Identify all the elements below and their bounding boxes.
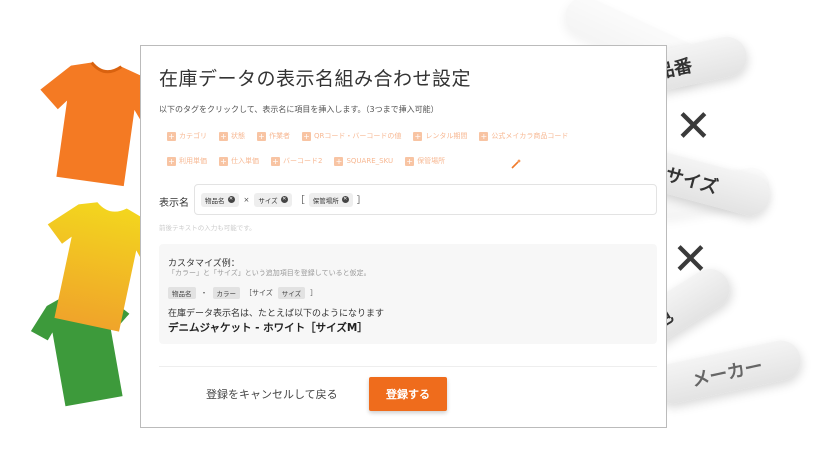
example-box: カスタマイズ例： 「カラー」と「サイズ」という追加項目を登録していると仮定。 物… (159, 244, 657, 344)
tag-button[interactable]: + バーコード2 (271, 156, 322, 166)
tag-button[interactable]: + カテゴリ (167, 131, 207, 141)
hint-text: 前後テキストの入力も可能です。 (159, 224, 256, 232)
plus-icon: + (257, 131, 266, 141)
remove-icon[interactable]: ✕ (341, 196, 349, 203)
bracket-close: ］ (356, 196, 366, 206)
example-close: ］ (310, 289, 318, 297)
bracket-open: ［ (295, 196, 305, 206)
decor-cross-icon-1: ✕ (675, 101, 712, 152)
plus-icon: + (334, 156, 344, 166)
tag-button[interactable]: + 作業者 (257, 131, 290, 141)
instruction-text: 以下のタグをクリックして、表示名に項目を挿入します。（3つまで挿入可能） (159, 105, 439, 114)
plus-icon: + (219, 156, 228, 166)
chip-separator: × (243, 195, 250, 204)
example-chips: 物品名 ・ カラー ［サイズ サイズ ］ (168, 287, 322, 299)
page-title: 在庫データの表示名組み合わせ設定 (159, 68, 472, 90)
example-description: 「カラー」と「サイズ」という追加項目を登録していると仮定。 (168, 269, 371, 277)
tag-button[interactable]: + 公式メイカラ商品コード (479, 131, 568, 141)
submit-button[interactable]: 登録する (369, 377, 447, 411)
display-name-label: 表示名 (159, 198, 189, 209)
example-result: デニムジャケット - ホワイト［サイズM］ (168, 322, 368, 334)
example-line: 在庫データ表示名は、たとえば以下のようになります (168, 309, 385, 319)
magic-wand-icon[interactable] (510, 158, 522, 170)
tag-button[interactable]: + QRコード・バーコードの値 (302, 131, 401, 141)
plus-icon: + (413, 131, 423, 141)
display-name-input[interactable]: 物品名 ✕ × サイズ ✕ ［ 保管場所 ✕ ］ (194, 184, 657, 215)
tag-button[interactable]: + レンタル期間 (413, 131, 467, 141)
plus-icon: + (167, 156, 176, 166)
tag-button[interactable]: + 状態 (219, 131, 245, 141)
example-chip: 物品名 (168, 287, 196, 299)
example-dot: ・ (200, 289, 208, 297)
example-chip: カラー (212, 287, 240, 299)
tag-row-1: + カテゴリ + 状態 + 作業者 + QRコード・バーコードの値 + レンタル期間 + 公… (167, 131, 580, 141)
decor-pill-maker: メーカー (649, 336, 805, 408)
tag-row-2: + 利用単価 + 仕入単価 + バーコード2 + SQUARE_SKU + 保管場所 (167, 156, 457, 166)
plus-icon: + (271, 156, 280, 166)
divider (159, 366, 657, 367)
plus-icon: + (479, 131, 489, 141)
remove-icon[interactable]: ✕ (227, 196, 235, 203)
tag-button[interactable]: + 仕入単価 (219, 156, 259, 166)
tag-button[interactable]: + SQUARE_SKU (334, 156, 393, 166)
chip-item-name[interactable]: 物品名 ✕ (201, 192, 239, 207)
remove-icon[interactable]: ✕ (280, 196, 288, 203)
example-chip: サイズ (277, 287, 306, 299)
tag-button[interactable]: + 保管場所 (405, 156, 445, 166)
tag-button[interactable]: + 利用単価 (167, 156, 207, 166)
plus-icon: + (167, 131, 176, 141)
plus-icon: + (219, 131, 228, 141)
chip-location[interactable]: 保管場所 ✕ (308, 192, 353, 207)
chip-size[interactable]: サイズ ✕ (254, 192, 292, 207)
settings-panel: 在庫データの表示名組み合わせ設定 以下のタグをクリックして、表示名に項目を挿入し… (140, 45, 667, 428)
plus-icon: + (405, 156, 415, 166)
cancel-link[interactable]: 登録をキャンセルして戻る (206, 386, 338, 402)
plus-icon: + (302, 131, 311, 141)
example-bracket-text: ［サイズ (245, 289, 273, 297)
